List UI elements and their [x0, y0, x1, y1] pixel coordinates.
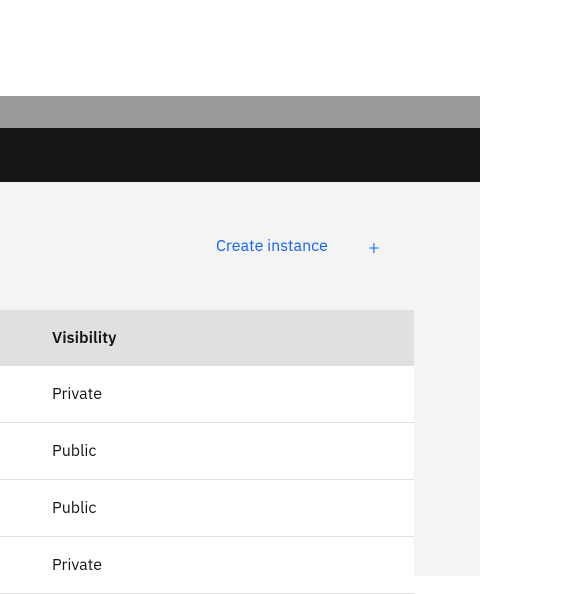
table-header-visibility: Visibility	[0, 310, 414, 366]
top-gray-band	[0, 96, 480, 128]
table-row[interactable]: Private	[0, 537, 414, 594]
main-panel: Create instance + Visibility Private Pub…	[0, 182, 480, 576]
table-row[interactable]: Public	[0, 423, 414, 480]
top-black-band	[0, 128, 480, 182]
visibility-table: Visibility Private Public Public Private	[0, 310, 414, 594]
table-row[interactable]: Private	[0, 366, 414, 423]
action-bar: Create instance +	[0, 182, 480, 310]
plus-icon[interactable]: +	[368, 233, 380, 260]
table-row[interactable]: Public	[0, 480, 414, 537]
create-instance-link[interactable]: Create instance	[216, 236, 328, 256]
